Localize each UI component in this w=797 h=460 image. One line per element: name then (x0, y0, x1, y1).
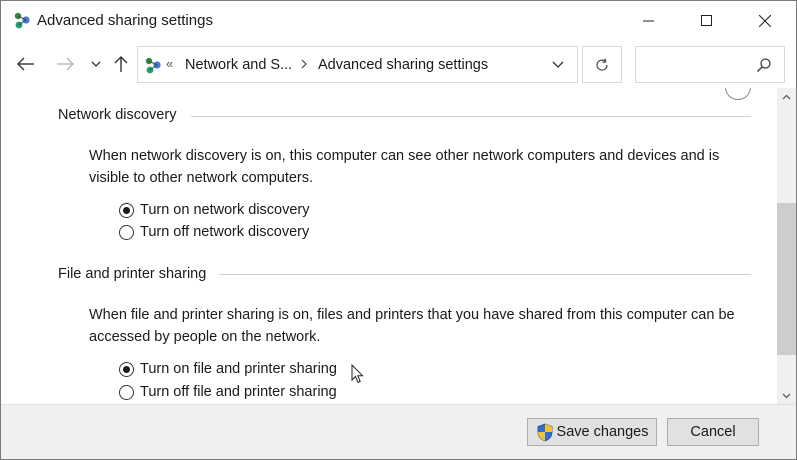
breadcrumb-network-and-sharing[interactable]: Network and S... (185, 57, 292, 73)
radio-turn-on-network-discovery[interactable]: Turn on network discovery (119, 200, 310, 220)
radio-label[interactable]: Turn on network discovery (140, 202, 310, 218)
radio-button[interactable] (119, 224, 134, 240)
minimize-icon (643, 20, 654, 22)
file-printer-sharing-description: When file and printer sharing is on, fil… (89, 307, 735, 345)
cancel-label[interactable]: Cancel (690, 424, 735, 440)
refresh-icon (596, 57, 608, 71)
network-discovery-description: When network discovery is on, this compu… (89, 148, 720, 186)
close-icon (759, 15, 771, 27)
up-button[interactable] (109, 51, 133, 77)
close-button[interactable] (742, 1, 788, 41)
breadcrumb-advanced-sharing-settings[interactable]: Advanced sharing settings (318, 57, 488, 73)
collapse-section-button[interactable] (725, 88, 751, 100)
mouse-pointer-icon (351, 364, 364, 384)
chevron-down-icon (91, 61, 101, 67)
maximize-icon (701, 15, 712, 26)
advanced-sharing-window: Advanced sharing settings « Network and … (0, 0, 797, 460)
radio-label[interactable]: Turn off network discovery (140, 224, 309, 240)
arrow-left-icon (17, 57, 34, 71)
recent-locations-button[interactable] (86, 51, 106, 77)
search-icon (756, 58, 771, 73)
radio-button-selected[interactable] (119, 361, 134, 377)
radio-turn-off-file-printer-sharing[interactable]: Turn off file and printer sharing (119, 382, 337, 402)
maximize-button[interactable] (684, 1, 730, 41)
radio-turn-on-file-printer-sharing[interactable]: Turn on file and printer sharing (119, 359, 337, 379)
scrollbar-thumb[interactable] (777, 203, 796, 355)
radio-turn-off-network-discovery[interactable]: Turn off network discovery (119, 222, 309, 242)
section-divider (191, 116, 751, 117)
radio-label[interactable]: Turn off file and printer sharing (140, 384, 337, 400)
network-discovery-heading: Network discovery (58, 107, 185, 123)
search-box[interactable] (635, 46, 785, 83)
dialog-footer: Save changes Cancel (1, 404, 796, 459)
minimize-button[interactable] (626, 1, 672, 41)
network-sharing-icon (145, 57, 161, 74)
address-overflow-marker[interactable]: « (166, 56, 173, 71)
scroll-down-button[interactable] (777, 387, 796, 404)
arrow-up-icon (114, 56, 128, 72)
chevron-down-icon (782, 393, 791, 398)
forward-button[interactable] (50, 51, 80, 77)
save-changes-button[interactable]: Save changes (527, 418, 657, 446)
address-bar[interactable]: « Network and S... Advanced sharing sett… (137, 46, 578, 83)
file-printer-sharing-heading: File and printer sharing (58, 266, 215, 282)
vertical-scrollbar[interactable] (777, 88, 796, 404)
network-sharing-icon (14, 12, 30, 29)
cancel-button[interactable]: Cancel (667, 418, 759, 446)
chevron-up-icon (782, 94, 791, 99)
refresh-button[interactable] (582, 46, 622, 83)
title-bar[interactable]: Advanced sharing settings (1, 1, 796, 41)
back-button[interactable] (11, 51, 41, 77)
uac-shield-icon (537, 423, 552, 441)
arrow-right-icon (57, 57, 74, 71)
radio-button[interactable] (119, 384, 134, 400)
chevron-down-icon[interactable] (550, 58, 566, 72)
radio-label[interactable]: Turn on file and printer sharing (140, 361, 337, 377)
window-title: Advanced sharing settings (37, 12, 213, 29)
chevron-right-icon[interactable] (298, 58, 310, 70)
navigation-bar: « Network and S... Advanced sharing sett… (1, 41, 796, 88)
scroll-up-button[interactable] (777, 88, 796, 105)
save-changes-label[interactable]: Save changes (557, 424, 649, 440)
section-divider (219, 274, 751, 275)
radio-button-selected[interactable] (119, 202, 134, 218)
settings-content: Network discovery When network discovery… (1, 88, 777, 404)
